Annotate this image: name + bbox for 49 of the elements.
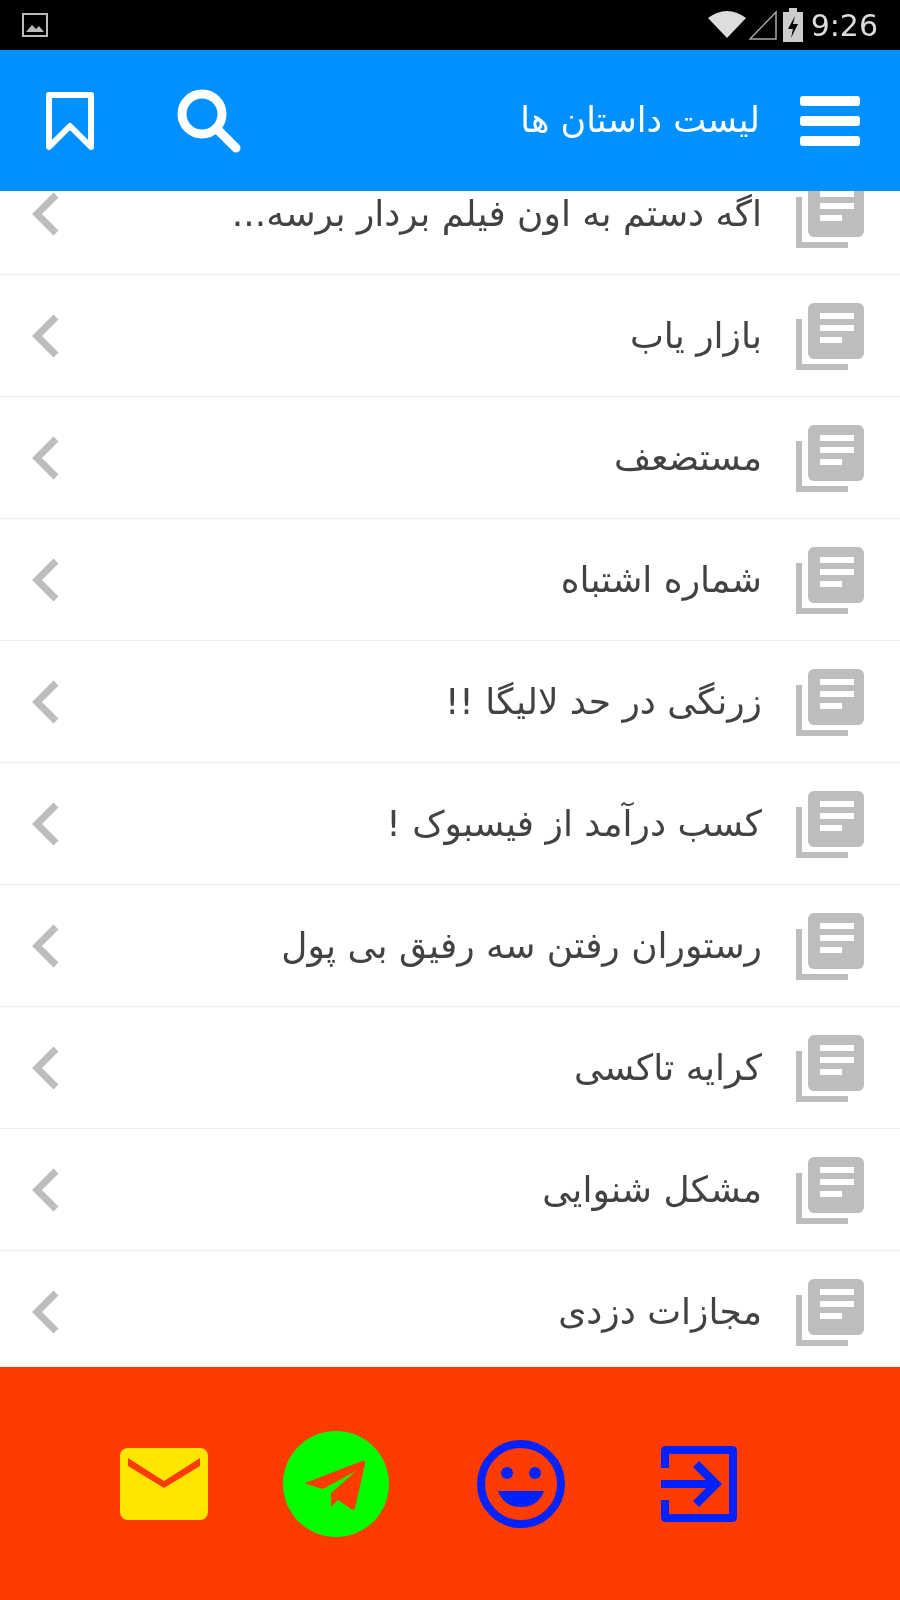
document-stack-icon: [796, 422, 866, 493]
chevron-left-icon: [30, 1289, 60, 1334]
signal-icon: [748, 10, 777, 40]
story-title: مشکل شنوایی: [542, 1167, 762, 1213]
search-button[interactable]: [176, 87, 242, 154]
document-stack-icon: [796, 1032, 866, 1103]
smiley-icon: [476, 1438, 566, 1529]
chevron-left-icon: [30, 191, 60, 236]
chevron-left-icon: [30, 1045, 60, 1090]
smiley-button[interactable]: [476, 1438, 566, 1529]
app-title: لیست داستان ها: [520, 99, 760, 143]
story-row[interactable]: اگه دستم به اون فیلم بردار برسه...: [0, 191, 900, 275]
battery-icon: [782, 8, 803, 42]
story-title: شماره اشتباه: [560, 557, 762, 603]
document-stack-icon: [796, 910, 866, 981]
telegram-button[interactable]: [283, 1430, 389, 1537]
chevron-left-icon: [30, 923, 60, 968]
chevron-left-icon: [30, 801, 60, 846]
document-stack-icon: [796, 191, 866, 249]
mail-icon: [120, 1447, 208, 1520]
chevron-left-icon: [30, 679, 60, 724]
document-stack-icon: [796, 1154, 866, 1225]
chevron-left-icon: [30, 1167, 60, 1212]
document-stack-icon: [796, 300, 866, 371]
story-title: اگه دستم به اون فیلم بردار برسه...: [231, 191, 762, 237]
chevron-left-icon: [30, 557, 60, 602]
status-time: 9:26: [810, 6, 878, 45]
image-icon: [22, 13, 48, 37]
wifi-icon: [706, 10, 747, 40]
chevron-left-icon: [30, 313, 60, 358]
story-title: زرنگی در حد لالیگا !!: [444, 679, 762, 725]
document-stack-icon: [796, 1276, 866, 1347]
story-title: بازار یاب: [629, 313, 762, 359]
document-stack-icon: [796, 544, 866, 615]
mail-button[interactable]: [120, 1447, 208, 1520]
document-stack-icon: [796, 788, 866, 859]
story-title: کسب درآمد از فیسبوک !: [386, 801, 762, 847]
story-title: رستوران رفتن سه رفیق بی پول: [281, 923, 762, 969]
story-title: مستضعف: [613, 435, 762, 480]
menu-icon: [800, 95, 860, 146]
document-stack-icon: [796, 666, 866, 737]
story-title: مجازات دزدی: [558, 1289, 762, 1335]
paper-plane-icon: [283, 1430, 389, 1537]
menu-button[interactable]: [800, 95, 860, 146]
story-title: کرایه تاکسی: [574, 1045, 762, 1091]
bookmark-button[interactable]: [44, 89, 96, 152]
search-icon: [176, 87, 242, 154]
bookmark-icon: [45, 90, 95, 151]
chevron-left-icon: [30, 435, 60, 480]
